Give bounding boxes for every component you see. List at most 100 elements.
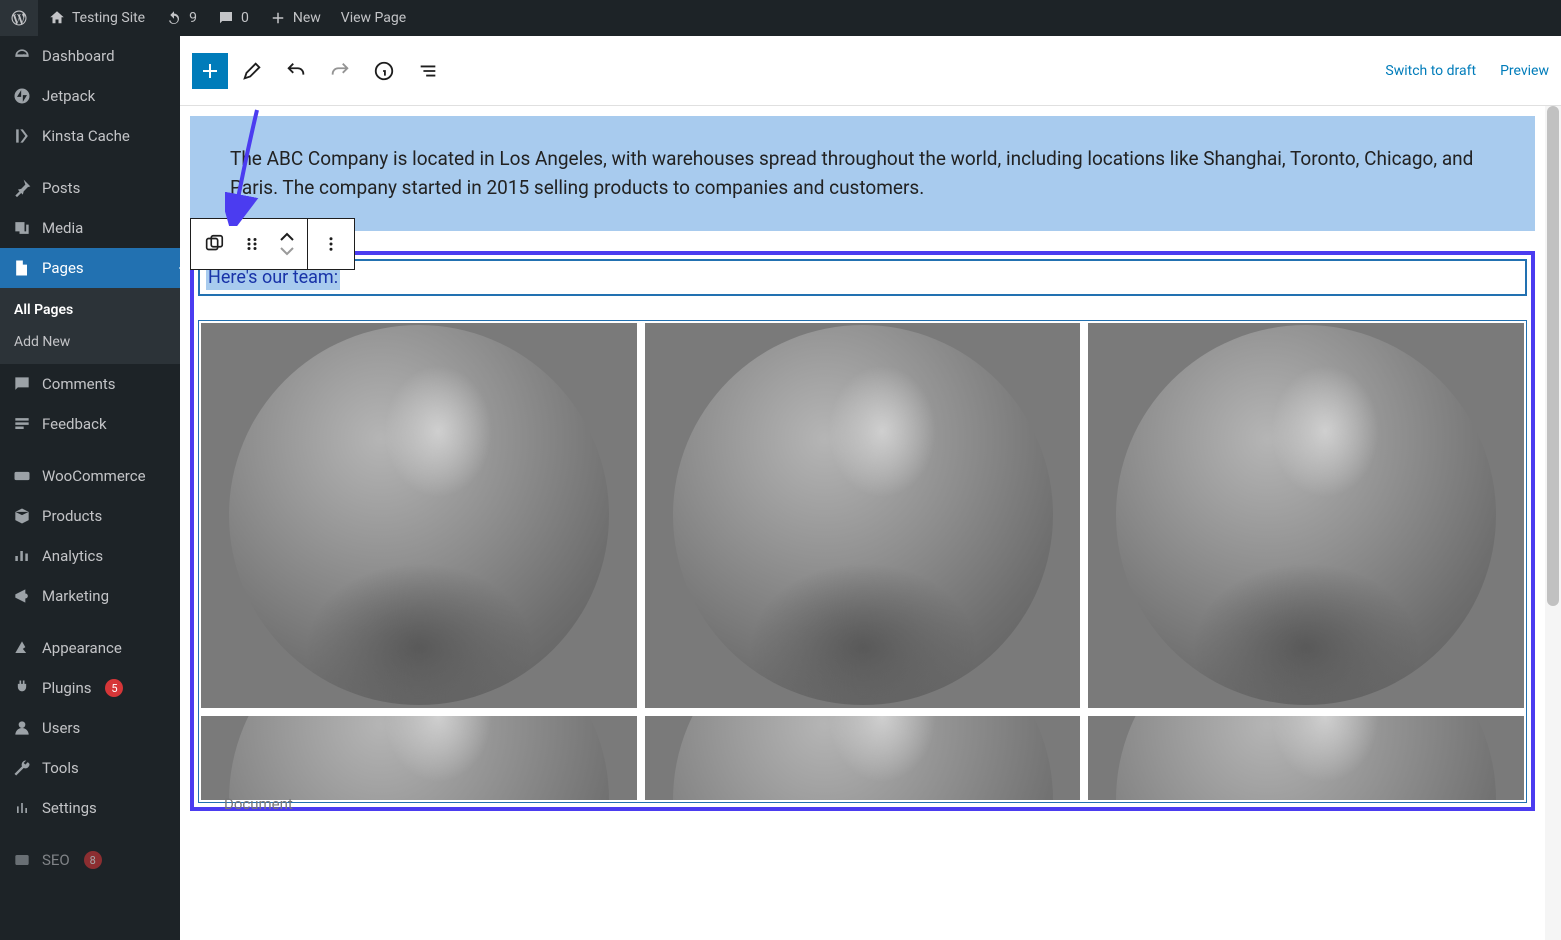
info-icon [373, 60, 395, 82]
dashboard-icon [12, 46, 32, 66]
comments-link[interactable]: 0 [207, 0, 259, 36]
products-icon [12, 506, 32, 526]
sidebar-item-dashboard[interactable]: Dashboard [0, 36, 180, 76]
jetpack-icon [12, 86, 32, 106]
sidebar-item-analytics[interactable]: Analytics [0, 536, 180, 576]
gallery-image[interactable] [645, 323, 1081, 708]
list-view-icon [417, 60, 439, 82]
chevron-down-icon [279, 246, 295, 256]
sidebar-item-label: Analytics [42, 547, 103, 565]
sidebar-item-label: Dashboard [42, 47, 115, 65]
sidebar-item-kinsta[interactable]: Kinsta Cache [0, 116, 180, 156]
gallery-image[interactable] [1088, 323, 1524, 708]
paragraph-block[interactable]: The ABC Company is located in Los Angele… [190, 116, 1535, 231]
gallery-image[interactable] [201, 716, 637, 800]
group-icon [203, 233, 225, 255]
sidebar-item-appearance[interactable]: Appearance [0, 628, 180, 668]
comment-icon [217, 9, 235, 27]
users-icon [12, 718, 32, 738]
updates-count: 9 [189, 10, 197, 26]
sidebar-item-users[interactable]: Users [0, 708, 180, 748]
sidebar-item-settings[interactable]: Settings [0, 788, 180, 828]
move-down-button[interactable] [277, 244, 297, 258]
sidebar-item-seo[interactable]: SEO 8 [0, 840, 180, 880]
chevron-up-icon [279, 232, 295, 242]
sidebar-item-pages[interactable]: Pages [0, 248, 180, 288]
details-button[interactable] [364, 51, 404, 91]
paragraph-text: The ABC Company is located in Los Angele… [230, 147, 1473, 199]
pages-icon [12, 258, 32, 278]
sidebar-item-label: WooCommerce [42, 467, 146, 485]
media-icon [12, 218, 32, 238]
adminbar: Testing Site 9 0 New View Page [0, 0, 1561, 36]
sidebar-item-woocommerce[interactable]: WooCommerce [0, 456, 180, 496]
sidebar-item-label: Jetpack [42, 87, 95, 105]
kinsta-icon [12, 126, 32, 146]
sidebar-item-products[interactable]: Products [0, 496, 180, 536]
sidebar-item-label: Tools [42, 759, 79, 777]
sidebar-item-label: Media [42, 219, 83, 237]
sidebar-item-label: Comments [42, 375, 116, 393]
sidebar-item-comments[interactable]: Comments [0, 364, 180, 404]
marketing-icon [12, 586, 32, 606]
tools-mode-button[interactable] [232, 51, 272, 91]
redo-button[interactable] [320, 51, 360, 91]
sidebar-item-posts[interactable]: Posts [0, 168, 180, 208]
sidebar-item-marketing[interactable]: Marketing [0, 576, 180, 616]
add-block-button[interactable] [192, 53, 228, 89]
redo-icon [329, 60, 351, 82]
move-up-button[interactable] [277, 230, 297, 244]
document-label: Document [224, 795, 293, 813]
pencil-icon [241, 60, 263, 82]
new-label: New [293, 10, 321, 26]
sidebar-item-plugins[interactable]: Plugins 5 [0, 668, 180, 708]
wp-logo-menu[interactable] [0, 0, 38, 36]
gallery-image[interactable] [645, 716, 1081, 800]
scrollbar-thumb[interactable] [1547, 106, 1559, 606]
sidebar-item-label: Marketing [42, 587, 109, 605]
plugins-icon [12, 678, 32, 698]
sidebar-item-label: SEO [42, 851, 70, 869]
pin-icon [12, 178, 32, 198]
gallery-image[interactable] [1088, 716, 1524, 800]
seo-icon [12, 850, 32, 870]
home-icon [48, 9, 66, 27]
seo-badge: 8 [84, 851, 102, 869]
editor-canvas: The ABC Company is located in Los Angele… [180, 106, 1561, 940]
undo-button[interactable] [276, 51, 316, 91]
group-block-selected[interactable]: Here's our team: Document [190, 251, 1535, 811]
block-options-button[interactable] [316, 229, 346, 259]
submenu-add-new[interactable]: Add New [0, 326, 180, 358]
plus-icon [198, 59, 222, 83]
sidebar-item-label: Settings [42, 799, 97, 817]
scrollbar-track[interactable] [1545, 106, 1561, 940]
more-vertical-icon [322, 235, 340, 253]
sidebar-item-media[interactable]: Media [0, 208, 180, 248]
settings-icon [12, 798, 32, 818]
submenu-all-pages[interactable]: All Pages [0, 294, 180, 326]
switch-draft-link[interactable]: Switch to draft [1385, 63, 1476, 79]
plugins-badge: 5 [105, 679, 123, 697]
feedback-icon [12, 414, 32, 434]
block-toolbar [190, 218, 355, 270]
sidebar-item-tools[interactable]: Tools [0, 748, 180, 788]
view-page-link[interactable]: View Page [331, 0, 416, 36]
heading-block[interactable]: Here's our team: [198, 259, 1527, 296]
preview-link[interactable]: Preview [1500, 63, 1549, 79]
comments-icon [12, 374, 32, 394]
new-content-link[interactable]: New [259, 0, 331, 36]
gallery-block[interactable] [198, 320, 1527, 803]
updates-link[interactable]: 9 [155, 0, 207, 36]
site-home-link[interactable]: Testing Site [38, 0, 155, 36]
sidebar-item-label: Kinsta Cache [42, 127, 130, 145]
outline-button[interactable] [408, 51, 448, 91]
drag-handle[interactable] [237, 229, 267, 259]
editor-toolbar: Switch to draft Preview [180, 36, 1561, 106]
sidebar-item-feedback[interactable]: Feedback [0, 404, 180, 444]
sidebar-item-label: Appearance [42, 639, 122, 657]
appearance-icon [12, 638, 32, 658]
select-parent-button[interactable] [199, 229, 229, 259]
gallery-image[interactable] [201, 323, 637, 708]
analytics-icon [12, 546, 32, 566]
sidebar-item-jetpack[interactable]: Jetpack [0, 76, 180, 116]
